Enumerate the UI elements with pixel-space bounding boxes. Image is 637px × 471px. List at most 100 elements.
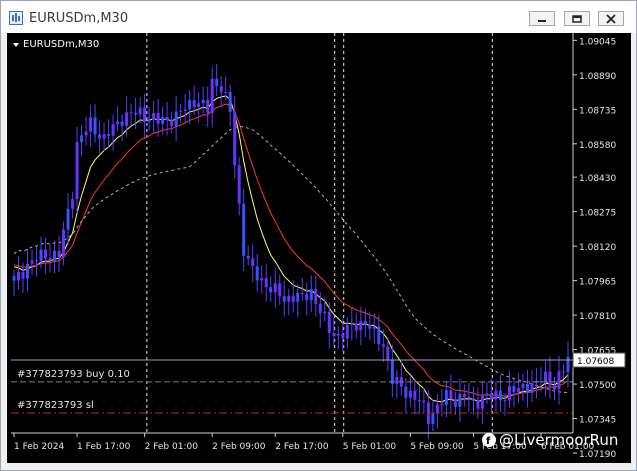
candle-body [422, 400, 426, 403]
candle-body [161, 117, 165, 124]
candle-body [197, 103, 201, 107]
candle-body [467, 396, 471, 399]
candle-body [336, 333, 340, 336]
price-tick-label: 1.08430 [579, 174, 616, 184]
chart-area[interactable]: #377823793 buy 0.10 #377823793 sl 1.09045… [7, 33, 631, 463]
candle-body [89, 117, 93, 132]
candle-body [332, 333, 336, 336]
candle-body [359, 321, 363, 331]
facebook-icon-glyph: f [486, 436, 491, 447]
candle-body [368, 324, 372, 329]
candle-body [561, 371, 565, 373]
time-tick-label: 2 Feb 09:00 [212, 442, 266, 452]
candle-body [138, 107, 142, 115]
candle-body [417, 399, 421, 401]
candle-body [354, 323, 358, 331]
candle-body [489, 393, 493, 400]
candle-body [548, 371, 552, 386]
candle-body [224, 91, 228, 93]
price-chart[interactable]: #377823793 buy 0.10 #377823793 sl 1.09045… [7, 33, 631, 463]
candle-body [129, 112, 133, 114]
candle-body [377, 326, 381, 345]
candle-body [494, 390, 498, 400]
candle-body [327, 311, 331, 334]
candle-body [165, 117, 169, 121]
candle-body [53, 250, 57, 261]
candle-body [458, 393, 462, 407]
minimize-icon [538, 19, 546, 22]
candle-body [35, 260, 39, 262]
candle-body [440, 404, 444, 406]
candle-body [75, 142, 79, 200]
candle-body [552, 385, 556, 390]
candle-body [485, 393, 489, 396]
candle-body [62, 229, 66, 258]
candle-body [179, 110, 183, 112]
order-label-sl: #377823793 sl [17, 400, 94, 411]
candle-body [314, 288, 318, 305]
candle-body [521, 383, 525, 388]
candle-body [390, 360, 394, 384]
candle-body [210, 78, 214, 114]
time-tick-label: 5 Feb 01:00 [343, 442, 397, 452]
candle-body [341, 333, 345, 339]
candle-body [507, 385, 511, 401]
candle-body [309, 288, 313, 301]
price-tick-label: 1.08890 [579, 72, 616, 82]
price-tick-label: 1.08275 [579, 209, 616, 219]
candle-body [255, 266, 259, 281]
price-tick-label: 1.07810 [579, 312, 616, 322]
candle-body [44, 249, 48, 259]
window-title: EURUSDm,M30 [29, 11, 129, 26]
candle-body [449, 390, 453, 400]
candle-body [66, 208, 70, 230]
candle-body [111, 124, 115, 136]
time-tick-label: 1 Feb 2024 [14, 442, 65, 452]
candle-body [120, 121, 124, 126]
candle-body [282, 296, 286, 302]
candle-body [372, 326, 376, 329]
candle-body [93, 117, 97, 135]
candle-body [152, 113, 156, 120]
candle-body [174, 111, 178, 127]
candle-body [408, 390, 412, 398]
candle-body [17, 271, 21, 281]
candle-body [156, 113, 160, 124]
candle-body [498, 390, 502, 401]
price-tick-label: 1.07345 [579, 416, 616, 426]
candle-body [557, 371, 561, 390]
window-titlebar[interactable]: EURUSDm,M30 [1, 1, 636, 33]
price-tick-label: 1.07500 [579, 381, 616, 391]
watermark-text: @LivermoorRun [499, 431, 618, 449]
candle-body [278, 283, 282, 297]
minimize-button[interactable] [529, 11, 555, 26]
candle-body [525, 383, 529, 393]
candle-body [435, 404, 439, 414]
mt-chart-window: EURUSDm,M30 #377823793 buy 0.10 #37782379… [0, 0, 637, 471]
candle-body [98, 134, 102, 139]
candle-body [444, 390, 448, 405]
candle-body [381, 344, 385, 347]
candle-body [116, 121, 120, 125]
price-tick-label: 1.08735 [579, 106, 616, 116]
price-tick-label: 1.08580 [579, 141, 616, 151]
price-tick-label: 1.09045 [579, 37, 616, 47]
candle-body [237, 165, 241, 204]
time-tick-label: 2 Feb 17:00 [275, 442, 329, 452]
order-label-buy: #377823793 buy 0.10 [17, 369, 130, 380]
close-button[interactable] [598, 11, 624, 26]
candle-body [512, 385, 516, 393]
candle-body [84, 131, 88, 136]
close-icon [606, 13, 616, 24]
candle-body [269, 287, 273, 293]
candle-body [143, 107, 147, 122]
candle-body [215, 78, 219, 87]
candle-body [192, 100, 196, 107]
candle-body [431, 413, 435, 424]
symbol-menu-arrow-icon[interactable] [13, 43, 19, 47]
candle-body [107, 133, 111, 136]
candle-body [233, 111, 237, 166]
candle-body [71, 199, 75, 209]
restore-button[interactable] [564, 11, 590, 26]
candle-body [201, 99, 205, 104]
